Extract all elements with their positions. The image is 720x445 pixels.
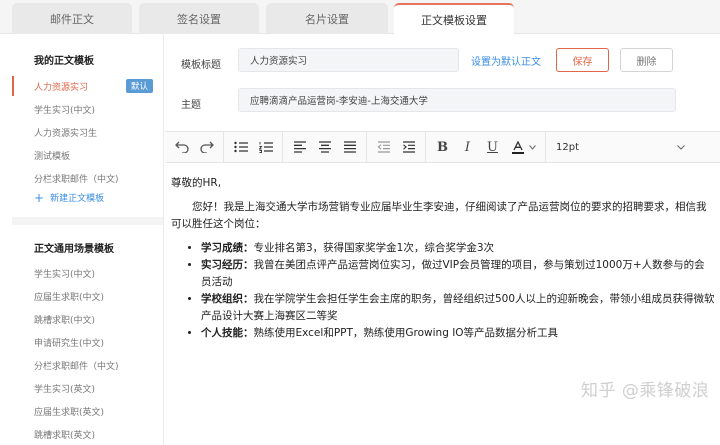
italic-icon[interactable]: I [455,135,480,159]
my-templates-title: 我的正文模板 [34,56,94,67]
highlights-list: 学习成绩：专业排名第3，获得国家奖学金1次，综合奖学金3次 实习经历：我曾在美团… [191,240,715,342]
tab-template-settings[interactable]: 正文模板设置 [394,3,514,35]
delete-button[interactable]: 删除 [620,48,673,72]
tab-card-settings[interactable]: 名片设置 [266,3,388,34]
list-item-value: 我在学院学生会担任学生会主席的职务，曾经组织过500人以上的迎新晚会，带领小组成… [201,293,715,322]
sidebar-item-my-template[interactable]: 人力资源实习 默认 [12,76,163,96]
font-color-icon[interactable] [505,135,541,159]
sidebar-item-label: 跳槽求职(英文) [34,430,96,441]
sidebar-item-my-template[interactable]: 分栏求职邮件（中文) [12,168,163,188]
font-size-select[interactable]: 12pt [545,131,695,163]
bold-icon[interactable]: B [430,135,455,159]
sidebar-item-common-template[interactable]: 分栏求职邮件（中文) [12,355,163,375]
sidebar-item-label: 学生实习(中文) [34,269,96,280]
undo-icon[interactable] [169,135,194,159]
font-size-value: 12pt [556,141,579,153]
set-default-link[interactable]: 设置为默认正文 [471,53,541,68]
save-button[interactable]: 保存 [556,48,609,72]
tab-signature-settings[interactable]: 签名设置 [139,3,259,34]
sidebar-item-label: 人力资源实习 [34,82,89,93]
common-templates-title: 正文通用场景模板 [34,244,114,255]
align-left-icon[interactable] [287,135,312,159]
plus-icon: + [34,190,45,205]
redo-icon[interactable] [194,135,219,159]
sidebar-item-label: 分栏求职邮件（中文) [34,174,119,185]
sidebar-item-label: 申请研究生(中文) [34,338,105,349]
sidebar-item-label: 学生实习(中文) [34,105,96,116]
sidebar-item-common-template[interactable]: 申请研究生(中文) [12,332,163,352]
numbered-list-icon[interactable] [253,135,278,159]
intro-paragraph: 您好！我是上海交通大学市场营销专业应届毕业生李安迪，仔细阅读了产品运营岗位的要求… [171,201,707,230]
template-sidebar: 我的正文模板 人力资源实习 默认 学生实习(中文) 人力资源实习生 测试模板 分… [12,35,164,445]
list-item: 学校组织：我在学院学生会担任学生会主席的职务，曾经组织过500人以上的迎新晚会，… [201,291,715,325]
sidebar-item-label: 跳槽求职(中文) [34,315,96,326]
title-input[interactable]: 人力资源实习 [238,48,459,72]
default-badge: 默认 [125,79,153,93]
editor-toolbar: B I U 12pt [165,131,720,163]
sidebar-item-my-template[interactable]: 学生实习(中文) [12,99,163,119]
sidebar-item-common-template[interactable]: 跳槽求职(中文) [12,309,163,329]
sidebar-item-common-template[interactable]: 跳槽求职(英文) [12,424,163,444]
list-item-key: 实习经历： [201,259,254,271]
new-template-label: 新建正文模板 [50,194,105,204]
title-label: 模板标题 [181,60,221,71]
greeting-text: 尊敬的HR, [171,177,222,189]
sidebar-item-label: 分栏求职邮件（中文) [34,361,119,372]
sidebar-item-label: 应届生求职(英文) [34,407,105,418]
sidebar-item-common-template[interactable]: 应届生求职(英文) [12,401,163,421]
chevron-down-icon [528,144,536,150]
sidebar-item-label: 学生实习(英文) [34,384,96,395]
align-justify-icon[interactable] [337,135,362,159]
subject-label: 主题 [181,100,201,111]
list-item-value: 我曾在美团点评产品运营岗位实习，做过VIP会员管理的项目，参与策划过1000万+… [201,259,705,288]
tab-email-body[interactable]: 邮件正文 [12,3,132,34]
list-item-key: 学校组织： [201,293,254,305]
list-item: 实习经历：我曾在美团点评产品运营岗位实习，做过VIP会员管理的项目，参与策划过1… [201,257,715,291]
align-center-icon[interactable] [312,135,337,159]
bullet-list-icon[interactable] [228,135,253,159]
sidebar-item-common-template[interactable]: 学生实习(英文) [12,378,163,398]
tab-bar: 邮件正文 签名设置 名片设置 正文模板设置 [0,0,720,35]
list-item: 学习成绩：专业排名第3，获得国家奖学金1次，综合奖学金3次 [201,240,715,257]
list-item-key: 个人技能： [201,327,254,339]
list-item-value: 专业排名第3，获得国家奖学金1次，综合奖学金3次 [253,242,495,254]
sidebar-item-label: 测试模板 [34,151,71,162]
sidebar-item-label: 应届生求职(中文) [34,292,105,303]
outdent-icon[interactable] [371,135,396,159]
chevron-down-icon [677,144,685,150]
watermark: 知乎 @乘锋破浪 [581,381,710,401]
email-body-editor[interactable]: 尊敬的HR, 您好！我是上海交通大学市场营销专业应届毕业生李安迪，仔细阅读了产品… [165,164,720,445]
sidebar-item-common-template[interactable]: 学生实习(中文) [12,263,163,283]
sidebar-divider [12,217,163,225]
underline-icon[interactable]: U [480,135,505,159]
sidebar-item-common-template[interactable]: 应届生求职(中文) [12,286,163,306]
list-item-value: 熟练使用Excel和PPT，熟练使用Growing IO等产品数据分析工具 [253,327,559,339]
sidebar-item-label: 人力资源实习生 [34,128,98,139]
indent-icon[interactable] [396,135,421,159]
sidebar-item-my-template[interactable]: 测试模板 [12,145,163,165]
list-item: 个人技能：熟练使用Excel和PPT，熟练使用Growing IO等产品数据分析… [201,325,715,342]
new-template-link[interactable]: + 新建正文模板 [34,190,105,205]
list-item-key: 学习成绩： [201,242,254,254]
subject-input[interactable]: 应聘滴滴产品运营岗-李安迪-上海交通大学 [238,88,676,112]
sidebar-item-my-template[interactable]: 人力资源实习生 [12,122,163,142]
